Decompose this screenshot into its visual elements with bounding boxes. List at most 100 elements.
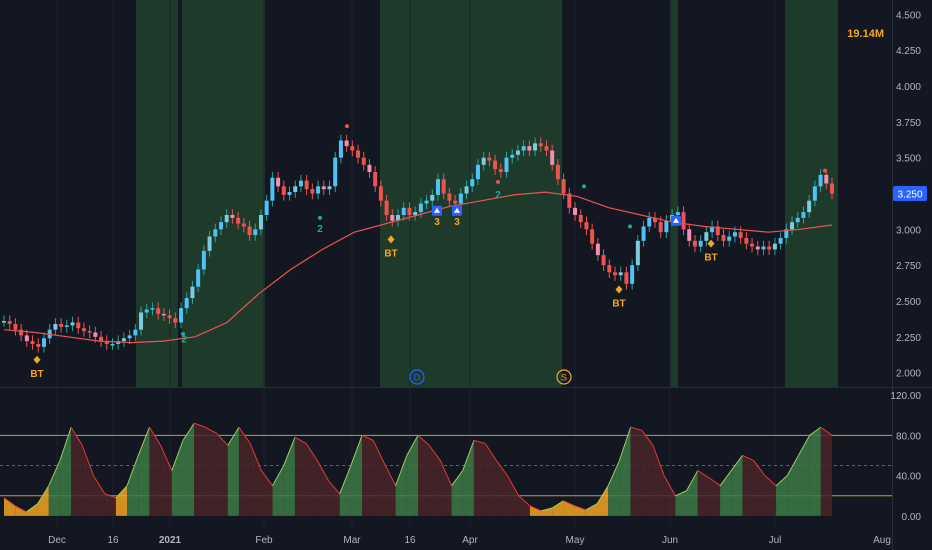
candle [430, 194, 435, 201]
candle [401, 207, 406, 215]
bt-label: BT [30, 369, 43, 380]
candle [755, 246, 760, 250]
trend-band [380, 0, 470, 387]
dot-marker [181, 331, 185, 336]
candle [521, 146, 526, 151]
time-tick-label: 2021 [159, 535, 182, 546]
dot-marker [823, 168, 827, 173]
candle [304, 180, 309, 190]
candle [738, 232, 743, 238]
candle [761, 246, 766, 250]
candle [236, 217, 241, 224]
time-tick-label: Mar [343, 535, 361, 546]
candle [732, 232, 737, 237]
osc-area [194, 423, 206, 516]
candle [578, 215, 583, 223]
candle [110, 344, 115, 346]
candle [601, 255, 606, 266]
last-price-label: 3.250 [897, 190, 922, 201]
osc-area [294, 437, 307, 516]
osc-area [764, 475, 777, 516]
last-price-tag: 3.250 [893, 186, 927, 201]
candle [264, 200, 269, 215]
time-tick-label: Jul [769, 535, 782, 546]
candle [281, 186, 286, 195]
candle [790, 222, 795, 230]
chart-canvas[interactable]: BT BT BT BT 2 2 3 3 2 D S 4.500 4.250 4.000 3.750 3.50… [0, 0, 932, 550]
trend-band [182, 0, 265, 387]
candle [624, 272, 629, 284]
osc-area [529, 505, 542, 516]
osc-tick-label: 120.00 [890, 391, 921, 402]
osc-area [362, 435, 374, 516]
candle [53, 323, 58, 330]
osc-area [283, 437, 295, 516]
candle [458, 193, 463, 204]
oscillator-pane [0, 422, 892, 516]
osc-area [686, 470, 698, 516]
price-tick-label: 2.500 [896, 297, 921, 308]
osc-area [809, 427, 821, 516]
candle [493, 160, 498, 170]
dot-marker [318, 215, 322, 220]
count-label: 2 [317, 224, 323, 235]
osc-area [205, 427, 217, 516]
candle [276, 177, 281, 187]
price-tick-label: 4.250 [896, 46, 921, 57]
candle [253, 229, 258, 236]
candle [121, 338, 126, 342]
candle [218, 222, 223, 230]
candle [441, 179, 446, 194]
candle [687, 229, 692, 241]
candle [139, 312, 144, 330]
trend-band [470, 0, 562, 387]
osc-area [585, 503, 598, 516]
osc-tick-label: 40.00 [896, 472, 921, 483]
candle [144, 309, 149, 313]
event-label: D [414, 373, 421, 383]
osc-area [171, 440, 184, 516]
candle [658, 222, 663, 233]
osc-area [440, 460, 452, 516]
candle [327, 186, 332, 190]
candle [184, 298, 189, 309]
osc-area [473, 440, 486, 516]
bt-label: BT [384, 248, 397, 259]
osc-area [429, 445, 441, 516]
candle [293, 186, 298, 193]
candle [692, 240, 697, 247]
candle [818, 174, 823, 187]
time-tick-label: Jun [662, 535, 678, 546]
time-tick-label: Apr [462, 535, 478, 546]
candle [801, 212, 806, 218]
candle [824, 174, 829, 184]
candle [173, 318, 178, 323]
candle [258, 215, 263, 230]
candle [93, 332, 98, 337]
candle [453, 200, 458, 204]
candle [704, 232, 709, 241]
price-tick-label: 2.750 [896, 261, 921, 272]
candle [344, 140, 349, 147]
price-tick-label: 3.000 [896, 225, 921, 236]
count-label: 3 [454, 217, 460, 228]
candle [64, 325, 69, 327]
osc-area [395, 455, 407, 516]
candle [201, 250, 206, 270]
osc-area [350, 435, 363, 516]
osc-area [731, 455, 743, 516]
candle [475, 164, 480, 180]
candle [607, 265, 612, 273]
candle [435, 179, 440, 195]
candle [470, 179, 475, 187]
candle [76, 322, 81, 329]
trend-band [670, 0, 678, 387]
candle [613, 272, 618, 276]
candle [338, 140, 343, 158]
osc-area [652, 445, 665, 516]
candle [550, 150, 555, 165]
candle [413, 212, 418, 215]
osc-area [317, 460, 329, 516]
candle [350, 146, 355, 151]
candle [247, 226, 252, 236]
